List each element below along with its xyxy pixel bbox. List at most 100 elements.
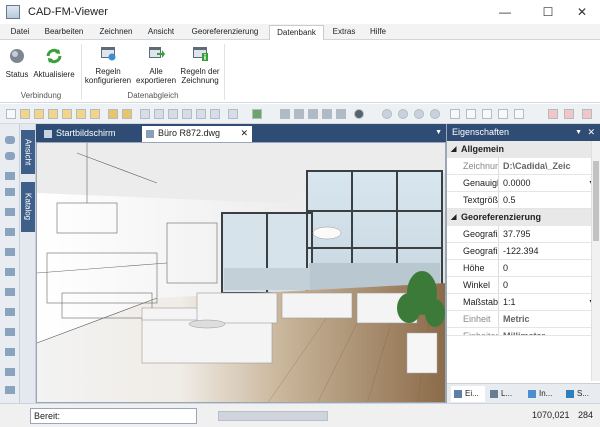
property-row-zeichnungsr[interactable]: Zeichnungsr D:\Cadida\_Zeic bbox=[447, 158, 600, 175]
property-value[interactable]: 0 bbox=[499, 277, 600, 293]
view-icon[interactable] bbox=[514, 109, 524, 119]
tool-icon[interactable] bbox=[5, 308, 15, 316]
scrollbar-thumb[interactable] bbox=[593, 161, 599, 241]
view-icon[interactable] bbox=[466, 109, 476, 119]
tool-icon[interactable] bbox=[5, 188, 15, 196]
collapse-icon[interactable]: ◢ bbox=[451, 209, 456, 226]
close-button[interactable]: ✕ bbox=[566, 0, 598, 24]
side-tab-katalog[interactable]: Katalog bbox=[21, 182, 35, 232]
layer-icon[interactable] bbox=[252, 109, 262, 119]
property-row-hoehe[interactable]: Höhe 0 bbox=[447, 260, 600, 277]
tab-datenbank[interactable]: Datenbank bbox=[269, 25, 324, 40]
folder-icon[interactable] bbox=[122, 109, 132, 119]
property-row-textgroesse[interactable]: Textgröße 0.5 bbox=[447, 192, 600, 209]
panel-tab-info[interactable]: In... bbox=[525, 386, 561, 402]
zoom-icon[interactable] bbox=[382, 109, 392, 119]
tool-icon[interactable] bbox=[5, 288, 15, 296]
tab-dropdown-icon[interactable]: ▼ bbox=[435, 129, 442, 136]
tab-datei[interactable]: Datei bbox=[6, 25, 34, 40]
print-icon[interactable] bbox=[228, 109, 238, 119]
tool-icon[interactable] bbox=[5, 228, 15, 236]
folder-icon[interactable] bbox=[48, 109, 58, 119]
print-icon[interactable] bbox=[196, 109, 206, 119]
tab-georeferenzierung[interactable]: Georeferenzierung bbox=[186, 25, 264, 40]
property-row-einheiten[interactable]: Einheiten Millimeter bbox=[447, 328, 600, 336]
folder-icon[interactable] bbox=[62, 109, 72, 119]
minimize-button[interactable]: — bbox=[489, 0, 521, 24]
property-value[interactable]: 0 bbox=[499, 260, 600, 276]
save-icon[interactable] bbox=[140, 109, 150, 119]
redo-icon[interactable] bbox=[336, 109, 346, 119]
open-recent-icon[interactable] bbox=[34, 109, 44, 119]
tool-icon[interactable] bbox=[5, 386, 15, 394]
zoom-in-icon[interactable] bbox=[398, 109, 408, 119]
folder-icon[interactable] bbox=[76, 109, 86, 119]
property-value[interactable]: 1:1▼ bbox=[499, 294, 600, 310]
tool-icon[interactable] bbox=[5, 348, 15, 356]
print-icon[interactable] bbox=[210, 109, 220, 119]
tab-zeichnen[interactable]: Zeichnen bbox=[96, 25, 136, 40]
tab-extras[interactable]: Extras bbox=[328, 25, 360, 40]
doc-tab-buero-r872[interactable]: Büro R872.dwg ✕ bbox=[142, 126, 252, 142]
alle-exportieren-button[interactable]: Alle exportieren bbox=[136, 44, 176, 85]
tool-icon[interactable] bbox=[5, 328, 15, 336]
save-icon[interactable] bbox=[182, 109, 192, 119]
pan-icon[interactable] bbox=[294, 109, 304, 119]
close-icon[interactable]: ✕ bbox=[240, 126, 248, 141]
pan-icon[interactable] bbox=[308, 109, 318, 119]
panel-tab-eigenschaften[interactable]: Ei... bbox=[451, 386, 485, 402]
folder-icon[interactable] bbox=[90, 109, 100, 119]
save-icon[interactable] bbox=[154, 109, 164, 119]
panel-tab-s[interactable]: S... bbox=[563, 386, 599, 402]
panel-tab-layer[interactable]: L... bbox=[487, 386, 523, 402]
regeln-der-zeichnung-button[interactable]: Regeln der Zeichnung bbox=[178, 44, 222, 85]
property-row-einheit[interactable]: Einheit Metric bbox=[447, 311, 600, 328]
save-icon[interactable] bbox=[168, 109, 178, 119]
doc-tab-startbildschirm[interactable]: Startbildschirm bbox=[40, 126, 140, 142]
tool-icon[interactable] bbox=[5, 152, 15, 160]
maximize-button[interactable]: ☐ bbox=[532, 0, 564, 24]
view-icon[interactable] bbox=[482, 109, 492, 119]
tool-icon[interactable] bbox=[5, 136, 15, 144]
open-folder-icon[interactable] bbox=[20, 109, 30, 119]
drawing-canvas[interactable] bbox=[36, 142, 446, 403]
property-row-massstab[interactable]: Maßstab 1:1▼ bbox=[447, 294, 600, 311]
section-georeferenzierung[interactable]: ◢ Georeferenzierung bbox=[447, 209, 600, 226]
property-row-geografische-laenge[interactable]: Geografische -122.394 bbox=[447, 243, 600, 260]
collapse-icon[interactable]: ◢ bbox=[451, 141, 456, 158]
property-row-winkel[interactable]: Winkel 0 bbox=[447, 277, 600, 294]
orbit-icon[interactable] bbox=[354, 109, 364, 119]
folder-icon[interactable] bbox=[108, 109, 118, 119]
property-value[interactable]: 37.795 bbox=[499, 226, 600, 242]
tab-bearbeiten[interactable]: Bearbeiten bbox=[40, 25, 88, 40]
property-value[interactable]: 0.5 bbox=[499, 192, 600, 208]
tool-icon[interactable] bbox=[5, 268, 15, 276]
regeln-konfigurieren-button[interactable]: Regeln konfigurieren bbox=[84, 44, 132, 85]
view-icon[interactable] bbox=[498, 109, 508, 119]
command-input-box[interactable]: Bereit: bbox=[30, 408, 197, 424]
property-value[interactable]: -122.394 bbox=[499, 243, 600, 259]
section-allgemein[interactable]: ◢ Allgemein bbox=[447, 141, 600, 158]
pan-icon[interactable] bbox=[280, 109, 290, 119]
tab-ansicht[interactable]: Ansicht bbox=[143, 25, 179, 40]
side-tab-ansicht[interactable]: Ansicht bbox=[21, 130, 35, 174]
property-row-geografische-breite[interactable]: Geografische 37.795 bbox=[447, 226, 600, 243]
view-icon[interactable] bbox=[450, 109, 460, 119]
new-file-icon[interactable] bbox=[6, 109, 16, 119]
tool-icon[interactable] bbox=[5, 172, 15, 180]
status-button[interactable]: Status bbox=[4, 47, 30, 79]
tab-hilfe[interactable]: Hilfe bbox=[364, 25, 392, 40]
tool-icon[interactable] bbox=[5, 368, 15, 376]
measure-icon[interactable] bbox=[582, 109, 592, 119]
undo-icon[interactable] bbox=[322, 109, 332, 119]
close-icon[interactable]: ✕ bbox=[587, 124, 595, 141]
measure-icon[interactable] bbox=[564, 109, 574, 119]
properties-scrollbar[interactable] bbox=[591, 141, 600, 381]
property-row-genauigkeit[interactable]: Genauigkeit 0.0000▼ bbox=[447, 175, 600, 192]
property-value[interactable]: 0.0000▼ bbox=[499, 175, 600, 191]
tool-icon[interactable] bbox=[5, 208, 15, 216]
tool-icon[interactable] bbox=[5, 248, 15, 256]
measure-icon[interactable] bbox=[548, 109, 558, 119]
zoom-extents-icon[interactable] bbox=[430, 109, 440, 119]
zoom-out-icon[interactable] bbox=[414, 109, 424, 119]
